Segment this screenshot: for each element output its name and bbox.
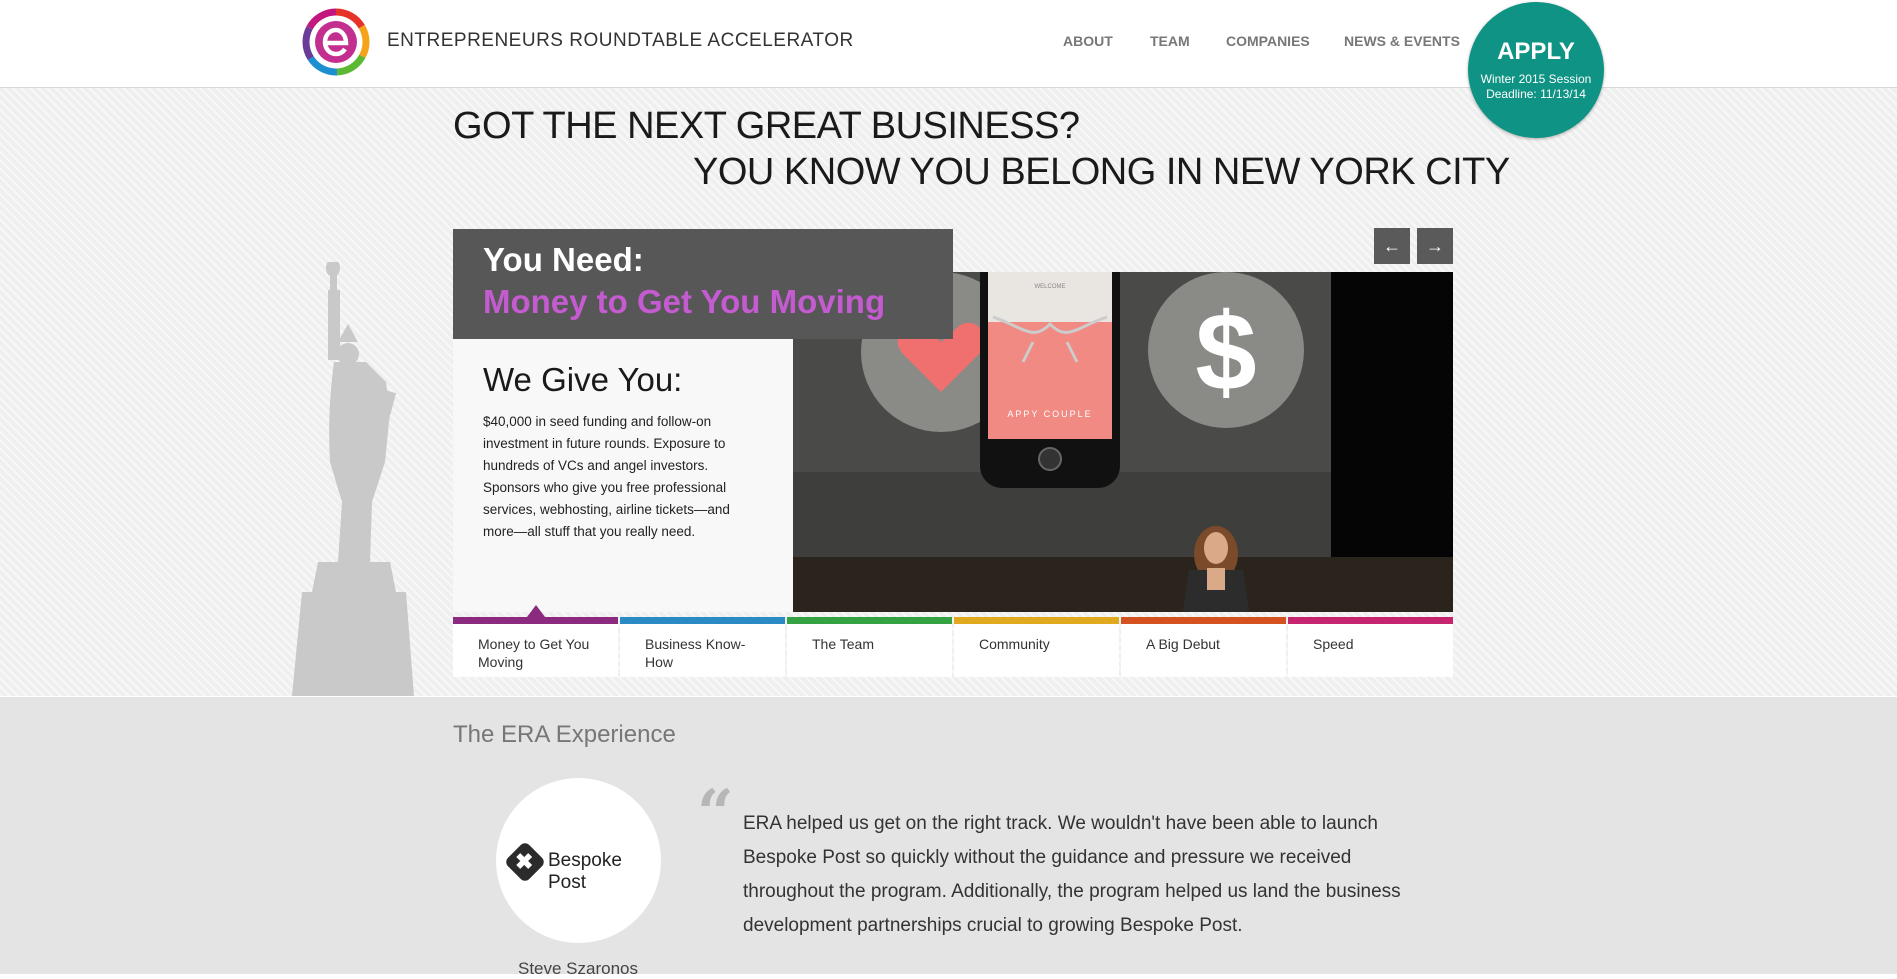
testimonial-quote: ERA helped us get on the right track. We… bbox=[743, 813, 1401, 936]
arrow-right-icon: → bbox=[1426, 236, 1444, 256]
you-need-value: Money to Get You Moving bbox=[483, 283, 886, 320]
phone-welcome-text: WELCOME bbox=[1034, 284, 1065, 290]
tab-label: Community bbox=[979, 636, 1050, 652]
brand-name[interactable]: ENTREPRENEURS ROUNDTABLE ACCELERATOR bbox=[387, 30, 854, 52]
feature-tabs: Money to Get You Moving Business Know-Ho… bbox=[453, 617, 1453, 677]
we-give-text: $40,000 in seed funding and follow-on in… bbox=[483, 414, 730, 539]
quote-mark-icon: “ bbox=[697, 776, 734, 851]
next-slide-button[interactable]: → bbox=[1417, 228, 1453, 264]
tab-label: A Big Debut bbox=[1146, 636, 1220, 652]
you-need-box: You Need: Money to Get You Moving bbox=[453, 229, 953, 339]
nav-about[interactable]: ABOUT bbox=[1063, 33, 1113, 49]
svg-text:$: $ bbox=[1195, 291, 1256, 414]
nav-team[interactable]: TEAM bbox=[1150, 33, 1190, 49]
apply-button[interactable]: APPLY Winter 2015 Session Deadline: 11/1… bbox=[1468, 2, 1604, 138]
we-give-title: We Give You: bbox=[483, 361, 683, 398]
tab-community[interactable]: Community bbox=[954, 617, 1119, 677]
company-name: Bespoke Post bbox=[548, 850, 622, 893]
phone-app-text: APPY COUPLE bbox=[1007, 409, 1092, 419]
tab-label: Business Know-How bbox=[645, 636, 746, 670]
section-title: The ERA Experience bbox=[453, 721, 676, 748]
active-tab-pointer bbox=[527, 605, 545, 617]
testimonial-author: Steve Szaronos bbox=[517, 959, 638, 978]
headline-1: GOT THE NEXT GREAT BUSINESS? bbox=[453, 105, 1080, 147]
tab-color-bar bbox=[620, 617, 785, 624]
tab-big-debut[interactable]: A Big Debut bbox=[1121, 617, 1286, 677]
tab-label: Speed bbox=[1313, 636, 1354, 652]
apply-label: APPLY bbox=[1497, 38, 1575, 65]
you-need-label: You Need: bbox=[483, 241, 644, 278]
tab-label: The Team bbox=[812, 636, 874, 652]
era-logo-icon[interactable] bbox=[302, 8, 370, 76]
statue-of-liberty-icon bbox=[292, 262, 414, 696]
company-logo-avatar[interactable]: ✖ Bespoke Post bbox=[496, 778, 661, 943]
bespoke-post-mark-icon: ✖ bbox=[515, 849, 534, 874]
arrow-left-icon: ← bbox=[1383, 236, 1401, 256]
apply-session: Winter 2015 Session bbox=[1480, 72, 1592, 86]
tab-color-bar bbox=[954, 617, 1119, 624]
tab-color-bar bbox=[1121, 617, 1286, 624]
apply-deadline: Deadline: 11/13/14 bbox=[1486, 87, 1586, 101]
tab-color-bar bbox=[787, 617, 952, 624]
site-header: ENTREPRENEURS ROUNDTABLE ACCELERATOR ABO… bbox=[0, 0, 1897, 88]
nav-news-events[interactable]: NEWS & EVENTS bbox=[1344, 33, 1460, 49]
prev-slide-button[interactable]: ← bbox=[1374, 228, 1410, 264]
headline-2: YOU KNOW YOU BELONG IN NEW YORK CITY bbox=[693, 151, 1510, 193]
we-give-box: We Give You: $40,000 in seed funding and… bbox=[453, 339, 793, 612]
era-experience-section: The ERA Experience ✖ Bespoke Post “ ERA … bbox=[0, 697, 1897, 978]
tab-color-bar bbox=[1288, 617, 1453, 624]
tab-business-know-how[interactable]: Business Know-How bbox=[620, 617, 785, 677]
tab-label: Money to Get You Moving bbox=[478, 636, 590, 670]
nav-companies[interactable]: COMPANIES bbox=[1226, 33, 1310, 49]
tab-the-team[interactable]: The Team bbox=[787, 617, 952, 677]
tab-speed[interactable]: Speed bbox=[1288, 617, 1453, 677]
tab-money[interactable]: Money to Get You Moving bbox=[453, 617, 618, 677]
tab-color-bar bbox=[453, 617, 618, 624]
